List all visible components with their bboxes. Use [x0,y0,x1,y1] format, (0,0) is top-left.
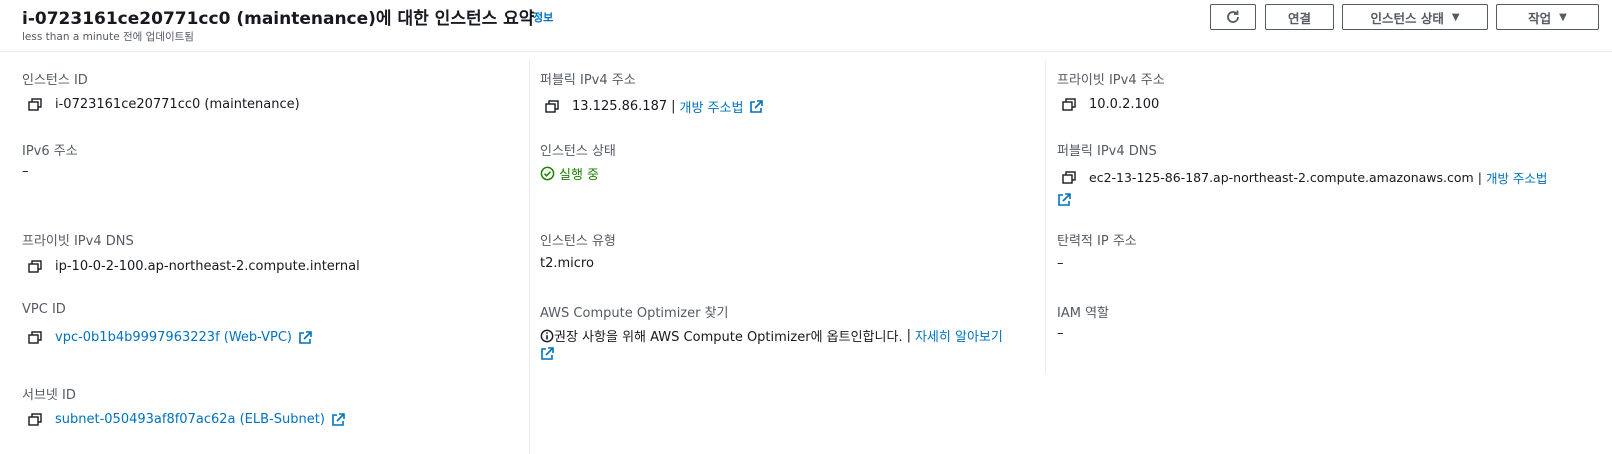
optimizer-label: AWS Compute Optimizer 찾기 [540,306,729,321]
copy-icon[interactable] [28,330,42,345]
private-dns-label: 프라이빗 IPv4 DNS [22,234,134,249]
subnet-id-value-row: subnet-050493af8f07ac62a (ELB-Subnet) [28,412,345,427]
last-updated-text: less than a minute 전에 업데이트됨 [22,31,194,43]
open-address-link[interactable]: 개방 주소법 [680,97,744,116]
instance-state-value: 실행 중 [559,168,600,183]
elastic-ip-label: 탄력적 IP 주소 [1057,234,1137,249]
elastic-ip-value: – [1057,256,1064,271]
copy-icon[interactable] [28,259,42,274]
instance-type-value: t2.micro [540,256,594,271]
iam-role-label: IAM 역할 [1057,306,1109,321]
iam-role-value: – [1057,326,1064,341]
vpc-id-value-row: vpc-0b1b4b9997963223f (Web-VPC) [28,330,312,345]
subnet-id-label: 서브넷 ID [22,388,76,403]
public-ipv4-label: 퍼블릭 IPv4 주소 [540,73,636,88]
learn-more-link[interactable]: 자세히 알아보기 [915,326,1003,345]
external-link-icon[interactable] [540,347,554,361]
copy-icon[interactable] [28,97,42,112]
public-dns-value: ec2-13-125-86-187.ap-northeast-2.compute… [1089,170,1474,185]
optimizer-value: 권장 사항을 위해 AWS Compute Optimizer에 옵트인합니다. [554,330,903,345]
subnet-id-link[interactable]: subnet-050493af8f07ac62a (ELB-Subnet) [55,412,325,427]
instance-id-value: i-0723161ce20771cc0 (maintenance) [55,97,300,112]
external-link-icon[interactable] [1057,193,1071,207]
refresh-button[interactable] [1210,4,1256,30]
public-dns-label: 퍼블릭 IPv4 DNS [1057,144,1157,159]
instance-id-value-row: i-0723161ce20771cc0 (maintenance) [28,97,300,112]
instance-id-label: 인스턴스 ID [22,73,88,88]
ipv6-label: IPv6 주소 [22,144,78,159]
public-ipv4-value: 13.125.86.187 [572,99,668,114]
external-link-icon[interactable] [298,330,312,345]
private-ipv4-label: 프라이빗 IPv4 주소 [1057,73,1165,88]
vpc-id-link[interactable]: vpc-0b1b4b9997963223f (Web-VPC) [55,330,292,345]
copy-icon[interactable] [545,99,559,114]
optimizer-value-row: 권장 사항을 위해 AWS Compute Optimizer에 옵트인합니다.… [540,326,1003,345]
private-ipv4-value: 10.0.2.100 [1089,97,1160,112]
status-badge: 실행 중 [540,164,599,183]
summary-header: i-0723161ce20771cc0 (maintenance)에 대한 인스… [0,0,1612,52]
info-link[interactable]: 정보 [533,9,553,25]
actions-dropdown[interactable]: 작업 ▼ [1496,4,1599,30]
copy-icon[interactable] [28,412,42,427]
caret-down-icon: ▼ [1559,11,1567,23]
actions-label: 작업 [1528,10,1552,26]
copy-icon[interactable] [1062,170,1076,185]
vpc-id-label: VPC ID [22,302,66,317]
ipv6-value: – [22,164,29,179]
private-dns-value-row: ip-10-0-2-100.ap-northeast-2.compute.int… [28,259,360,274]
public-dns-value-row: ec2-13-125-86-187.ap-northeast-2.compute… [1062,168,1547,187]
refresh-icon [1227,10,1239,23]
external-link-icon[interactable] [749,99,764,114]
page-title: i-0723161ce20771cc0 (maintenance)에 대한 인스… [22,9,535,29]
instance-state-label: 인스턴스 상태 [1370,10,1444,26]
column-divider [529,60,530,454]
private-ipv4-value-row: 10.0.2.100 [1062,97,1159,112]
private-dns-value: ip-10-0-2-100.ap-northeast-2.compute.int… [55,259,360,274]
connect-button-label: 연결 [1287,10,1311,26]
info-icon [540,329,554,342]
copy-icon[interactable] [1062,97,1076,112]
separator: | [671,99,676,114]
caret-down-icon: ▼ [1451,11,1460,23]
check-circle-icon [540,166,555,181]
instance-state-value-row: 실행 중 [540,164,599,183]
instance-type-label: 인스턴스 유형 [540,234,616,249]
column-divider [1045,60,1046,374]
separator: | [906,328,911,343]
instance-state-dropdown[interactable]: 인스턴스 상태 ▼ [1342,4,1488,30]
connect-button[interactable]: 연결 [1265,4,1334,30]
public-ipv4-value-row: 13.125.86.187 | 개방 주소법 [545,97,764,116]
external-link-icon[interactable] [331,412,345,427]
instance-state-label: 인스턴스 상태 [540,144,616,159]
separator: | [1477,170,1482,185]
open-address-link[interactable]: 개방 주소법 [1486,168,1547,187]
